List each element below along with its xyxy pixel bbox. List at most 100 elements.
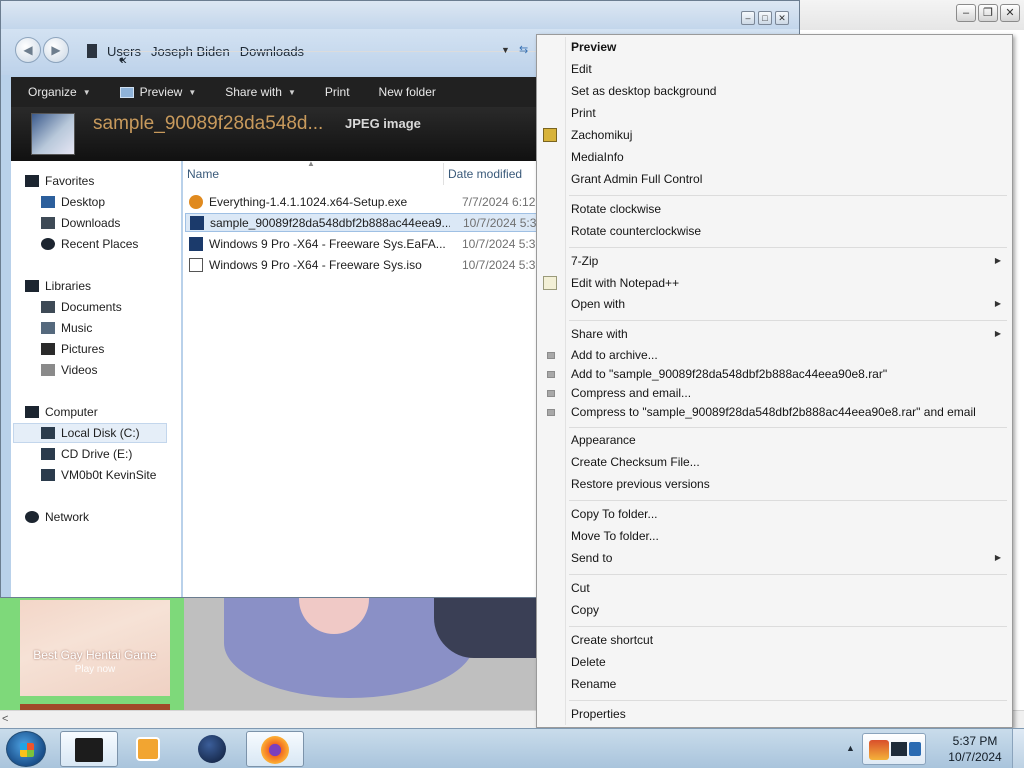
- nav-documents[interactable]: Documents: [41, 297, 122, 317]
- column-header-name[interactable]: Name: [187, 167, 219, 181]
- notepad-plus-plus-icon: [543, 276, 557, 290]
- new-folder-button[interactable]: New folder: [362, 85, 448, 99]
- column-header-date-modified[interactable]: Date modified: [448, 167, 522, 181]
- menu-item-set-desktop-background[interactable]: Set as desktop background: [571, 81, 1007, 101]
- menu-item-preview[interactable]: Preview: [571, 37, 1007, 57]
- back-button[interactable]: ◀: [15, 37, 41, 63]
- breadcrumb-separator-icon[interactable]: •: [119, 50, 557, 67]
- menu-icon-gutter: [565, 37, 566, 725]
- menu-item-share-with[interactable]: Share with ▶: [571, 324, 1007, 344]
- nav-desktop[interactable]: Desktop: [41, 192, 105, 212]
- taskbar-firefox-button[interactable]: [246, 731, 304, 767]
- music-icon: [41, 322, 55, 334]
- menu-item-create-shortcut[interactable]: Create shortcut: [571, 630, 1007, 650]
- print-button[interactable]: Print: [308, 85, 362, 99]
- nav-computer[interactable]: Computer: [25, 402, 98, 422]
- menu-item-copy-to-folder[interactable]: Copy To folder...: [571, 504, 1007, 524]
- menu-item-open-with[interactable]: Open with ▶: [571, 294, 1007, 314]
- menu-item-rename[interactable]: Rename: [571, 674, 1007, 694]
- menu-item-delete[interactable]: Delete: [571, 652, 1007, 672]
- menu-item-cut[interactable]: Cut: [571, 578, 1007, 598]
- menu-item-properties[interactable]: Properties: [571, 704, 1007, 724]
- tray-overflow-icon[interactable]: ▲: [846, 743, 855, 753]
- menu-item-compress-to-rar-and-email[interactable]: Compress to "sample_90089f28da548dbf2b88…: [571, 402, 1007, 422]
- nav-vm-site[interactable]: VM0b0t KevinSite: [41, 465, 156, 485]
- star-icon: [25, 175, 39, 187]
- nav-videos[interactable]: Videos: [41, 360, 97, 380]
- nav-libraries[interactable]: Libraries: [25, 276, 91, 296]
- share-with-button[interactable]: Share with ▼: [208, 85, 308, 99]
- nav-local-disk[interactable]: Local Disk (C:): [41, 423, 140, 443]
- share-with-label: Share with: [225, 85, 282, 99]
- menu-item-add-to-archive[interactable]: Add to archive...: [571, 345, 1007, 365]
- nav-videos-label: Videos: [61, 363, 98, 377]
- menu-item-rotate-clockwise[interactable]: Rotate clockwise: [571, 199, 1007, 219]
- tray-icons[interactable]: [862, 733, 926, 765]
- menu-separator: [569, 500, 1007, 501]
- menu-item-send-to-label: Send to: [571, 551, 613, 565]
- file-thumbnail: [31, 113, 75, 155]
- minimize-button[interactable]: –: [741, 11, 755, 25]
- menu-item-create-checksum[interactable]: Create Checksum File...: [571, 452, 1007, 472]
- chevron-down-icon: ▼: [287, 87, 296, 97]
- nav-recent-places[interactable]: Recent Places: [41, 234, 138, 254]
- nav-favorites-label: Favorites: [45, 174, 95, 188]
- preview-button[interactable]: Preview ▼: [103, 85, 209, 99]
- menu-item-edit-with-notepad[interactable]: Edit with Notepad++: [571, 273, 1007, 293]
- system-clock[interactable]: 5:37 PM 10/7/2024: [942, 733, 1008, 765]
- menu-item-grant-admin[interactable]: Grant Admin Full Control: [571, 169, 1007, 189]
- maximize-button[interactable]: □: [758, 11, 772, 25]
- menu-item-compress-and-email[interactable]: Compress and email...: [571, 383, 1007, 403]
- menu-item-appearance[interactable]: Appearance: [571, 430, 1007, 450]
- nav-music[interactable]: Music: [41, 318, 92, 338]
- nav-cd-drive[interactable]: CD Drive (E:): [41, 444, 132, 464]
- file-name: Windows 9 Pro -X64 - Freeware Sys.iso: [209, 257, 422, 272]
- taskbar-explorer-button[interactable]: [60, 731, 118, 767]
- file-name: Everything-1.4.1.1024.x64-Setup.exe: [209, 194, 408, 209]
- taskbar-media-player-button[interactable]: [120, 731, 178, 767]
- address-dropdown-icon[interactable]: ▼: [501, 45, 510, 55]
- browser-close-button[interactable]: ✕: [1000, 4, 1020, 22]
- start-button[interactable]: [6, 731, 46, 767]
- nav-network[interactable]: Network: [25, 507, 89, 527]
- menu-item-restore-previous-versions[interactable]: Restore previous versions: [571, 474, 1007, 494]
- taskbar-app-button[interactable]: [184, 731, 242, 767]
- ad-title[interactable]: Best Gay Hentai Game: [20, 648, 170, 662]
- menu-item-zachomikuj[interactable]: Zachomikuj: [571, 125, 1007, 145]
- menu-item-copy[interactable]: Copy: [571, 600, 1007, 620]
- drive-icon: [41, 427, 55, 439]
- preview-icon: [119, 86, 134, 98]
- address-bar[interactable]: « Users • Joseph Biden • Downloads: [87, 38, 557, 67]
- show-desktop-button[interactable]: [1012, 729, 1024, 768]
- menu-item-mediainfo[interactable]: MediaInfo: [571, 147, 1007, 167]
- ad-subtitle[interactable]: Play now: [20, 664, 170, 675]
- explorer-titlebar[interactable]: – □ ✕: [1, 1, 799, 29]
- navigation-pane: Favorites Desktop Downloads Recent Place…: [11, 161, 181, 597]
- background-artwork: [184, 598, 536, 710]
- menu-item-edit[interactable]: Edit: [571, 59, 1007, 79]
- videos-icon: [41, 364, 55, 376]
- menu-item-add-to-rar[interactable]: Add to "sample_90089f28da548dbf2b888ac44…: [571, 364, 1007, 384]
- browser-restore-button[interactable]: ❐: [978, 4, 998, 22]
- menu-item-rotate-counterclockwise[interactable]: Rotate counterclockwise: [571, 221, 1007, 241]
- refresh-icon[interactable]: ⇆: [519, 43, 528, 56]
- menu-item-move-to-folder[interactable]: Move To folder...: [571, 526, 1007, 546]
- menu-item-send-to[interactable]: Send to ▶: [571, 548, 1007, 568]
- browser-minimize-button[interactable]: –: [956, 4, 976, 22]
- scroll-left-icon[interactable]: <: [2, 713, 8, 725]
- column-divider[interactable]: [443, 163, 444, 185]
- close-button[interactable]: ✕: [775, 11, 789, 25]
- iso-file-icon: [189, 257, 203, 272]
- desktop-icon: [41, 196, 55, 208]
- menu-item-print[interactable]: Print: [571, 103, 1007, 123]
- forward-button[interactable]: ▶: [43, 37, 69, 63]
- nav-downloads[interactable]: Downloads: [41, 213, 120, 233]
- explorer-icon: [75, 738, 103, 762]
- winrar-icon: [547, 352, 555, 359]
- taskbar: ▲ 5:37 PM 10/7/2024: [0, 728, 1024, 768]
- nav-favorites[interactable]: Favorites: [25, 171, 94, 191]
- nav-pictures[interactable]: Pictures: [41, 339, 104, 359]
- nav-downloads-label: Downloads: [61, 216, 121, 230]
- organize-button[interactable]: Organize ▼: [11, 85, 103, 99]
- menu-item-7zip[interactable]: 7-Zip ▶: [571, 251, 1007, 271]
